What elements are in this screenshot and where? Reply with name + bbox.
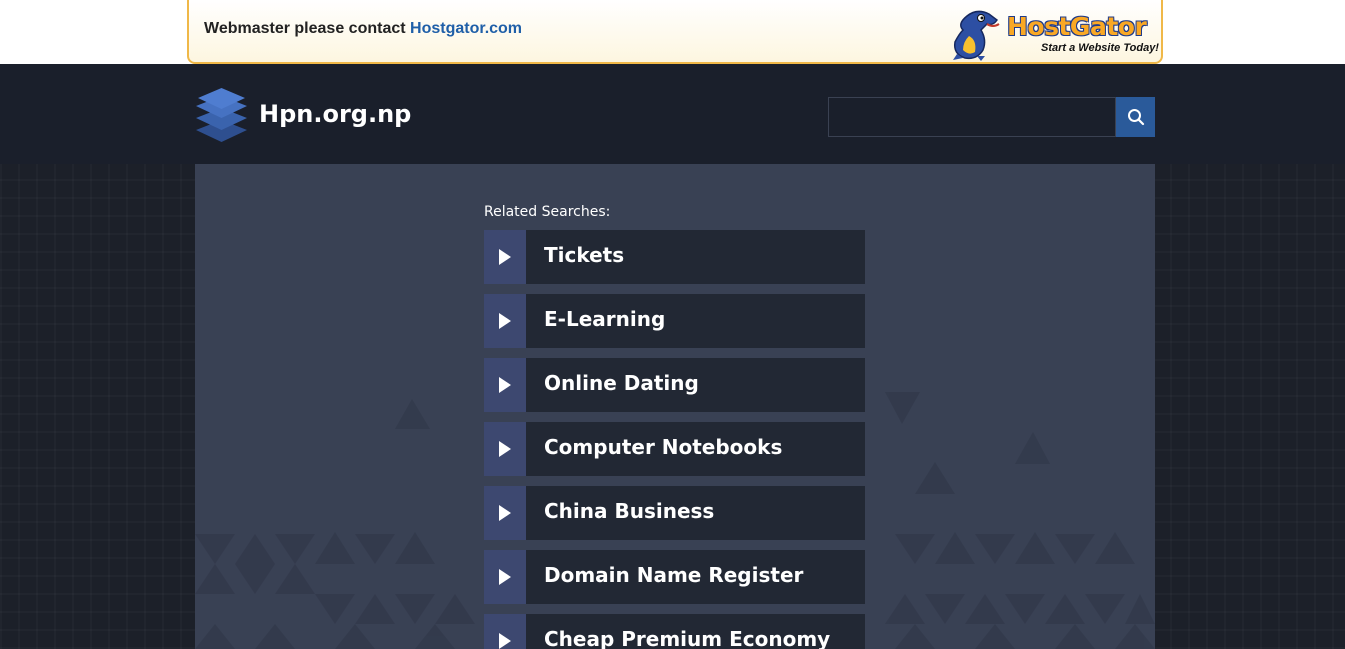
play-triangle-icon — [499, 313, 511, 329]
play-triangle-icon — [499, 249, 511, 265]
banner-message: Webmaster please contact Hostgator.com — [204, 20, 522, 38]
main-panel: Related Searches: Tickets E-Learning Onl… — [195, 164, 1155, 649]
related-link-online-dating[interactable]: Online Dating — [484, 358, 865, 412]
search-button[interactable] — [1116, 97, 1155, 137]
play-triangle-icon — [499, 441, 511, 457]
related-link-e-learning[interactable]: E-Learning — [484, 294, 865, 348]
related-link-cheap-premium-economy[interactable]: Cheap Premium Economy — [484, 614, 865, 649]
arrow-block — [484, 294, 526, 348]
hostgator-banner[interactable]: Webmaster please contact Hostgator.com H… — [187, 0, 1163, 64]
play-triangle-icon — [499, 505, 511, 521]
site-name[interactable]: Hpn.org.np — [259, 100, 411, 128]
related-link-domain-name-register[interactable]: Domain Name Register — [484, 550, 865, 604]
play-triangle-icon — [499, 633, 511, 649]
play-triangle-icon — [499, 377, 511, 393]
search-icon — [1127, 109, 1144, 126]
related-link-label: Tickets — [544, 243, 625, 267]
top-banner-bar: Webmaster please contact Hostgator.com H… — [0, 0, 1345, 64]
related-link-computer-notebooks[interactable]: Computer Notebooks — [484, 422, 865, 476]
related-link-label: E-Learning — [544, 307, 666, 331]
related-link-label: China Business — [544, 499, 715, 523]
arrow-block — [484, 486, 526, 540]
arrow-block — [484, 358, 526, 412]
stack-layers-icon[interactable] — [195, 84, 248, 144]
search-input[interactable] — [828, 97, 1116, 137]
hostgator-logo-text: HostGator — [1007, 12, 1147, 41]
arrow-block — [484, 614, 526, 649]
hostgator-logo[interactable]: HostGator Start a Website Today! — [947, 6, 1159, 62]
related-link-label: Cheap Premium Economy — [544, 627, 831, 649]
related-link-label: Domain Name Register — [544, 563, 804, 587]
arrow-block — [484, 422, 526, 476]
arrow-block — [484, 550, 526, 604]
play-triangle-icon — [499, 569, 511, 585]
hostgator-link[interactable]: Hostgator.com — [410, 20, 522, 37]
hostgator-tagline: Start a Website Today! — [1041, 42, 1159, 54]
related-link-label: Online Dating — [544, 371, 699, 395]
related-searches-label: Related Searches: — [484, 204, 611, 220]
arrow-block — [484, 230, 526, 284]
related-link-tickets[interactable]: Tickets — [484, 230, 865, 284]
related-links-list: Tickets E-Learning Online Dating Compute… — [484, 230, 865, 649]
gator-mascot-icon — [953, 10, 1000, 61]
site-header: Hpn.org.np — [0, 64, 1345, 164]
related-link-china-business[interactable]: China Business — [484, 486, 865, 540]
related-link-label: Computer Notebooks — [544, 435, 783, 459]
banner-message-text: Webmaster please contact — [204, 20, 411, 37]
